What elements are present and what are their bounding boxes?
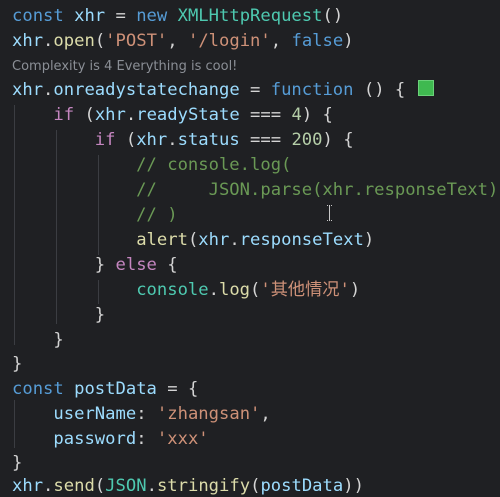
code-editor[interactable]: const xhr = new XMLHttpRequest() xhr.ope… xyxy=(0,0,500,497)
code-line-14[interactable]: } xyxy=(12,352,22,376)
code-line-8[interactable]: // ) xyxy=(12,203,177,227)
code-line-9[interactable]: alert(xhr.responseText) xyxy=(12,228,374,252)
code-line-16[interactable]: userName: 'zhangsan', xyxy=(12,402,270,426)
green-square-icon[interactable] xyxy=(417,80,434,96)
code-line-3[interactable]: xhr.onreadystatechange = function () { xyxy=(12,78,434,102)
code-line-18[interactable]: } xyxy=(12,451,22,475)
code-line-12[interactable]: } xyxy=(12,303,105,327)
code-line-13[interactable]: } xyxy=(12,328,63,352)
code-line-6[interactable]: // console.log( xyxy=(12,153,291,177)
code-line-15[interactable]: const postData = { xyxy=(12,377,198,401)
code-line-5[interactable]: if (xhr.status === 200) { xyxy=(12,128,354,152)
code-line-2[interactable]: xhr.open('POST', '/login', false) xyxy=(12,29,354,53)
code-line-11[interactable]: console.log('其他情况') xyxy=(12,278,360,302)
code-line-17[interactable]: password: 'xxx' xyxy=(12,427,208,451)
codelens-complexity[interactable]: Complexity is 4 Everything is cool! xyxy=(12,57,237,77)
code-line-19[interactable]: xhr.send(JSON.stringify(postData)) xyxy=(12,474,364,497)
code-line-10[interactable]: } else { xyxy=(12,253,178,277)
code-line-4[interactable]: if (xhr.readyState === 4) { xyxy=(12,103,332,127)
code-line-7[interactable]: // JSON.parse(xhr.responseText) xyxy=(12,178,498,202)
code-line-1[interactable]: const xhr = new XMLHttpRequest() xyxy=(12,4,343,28)
text-cursor-icon xyxy=(325,205,335,221)
